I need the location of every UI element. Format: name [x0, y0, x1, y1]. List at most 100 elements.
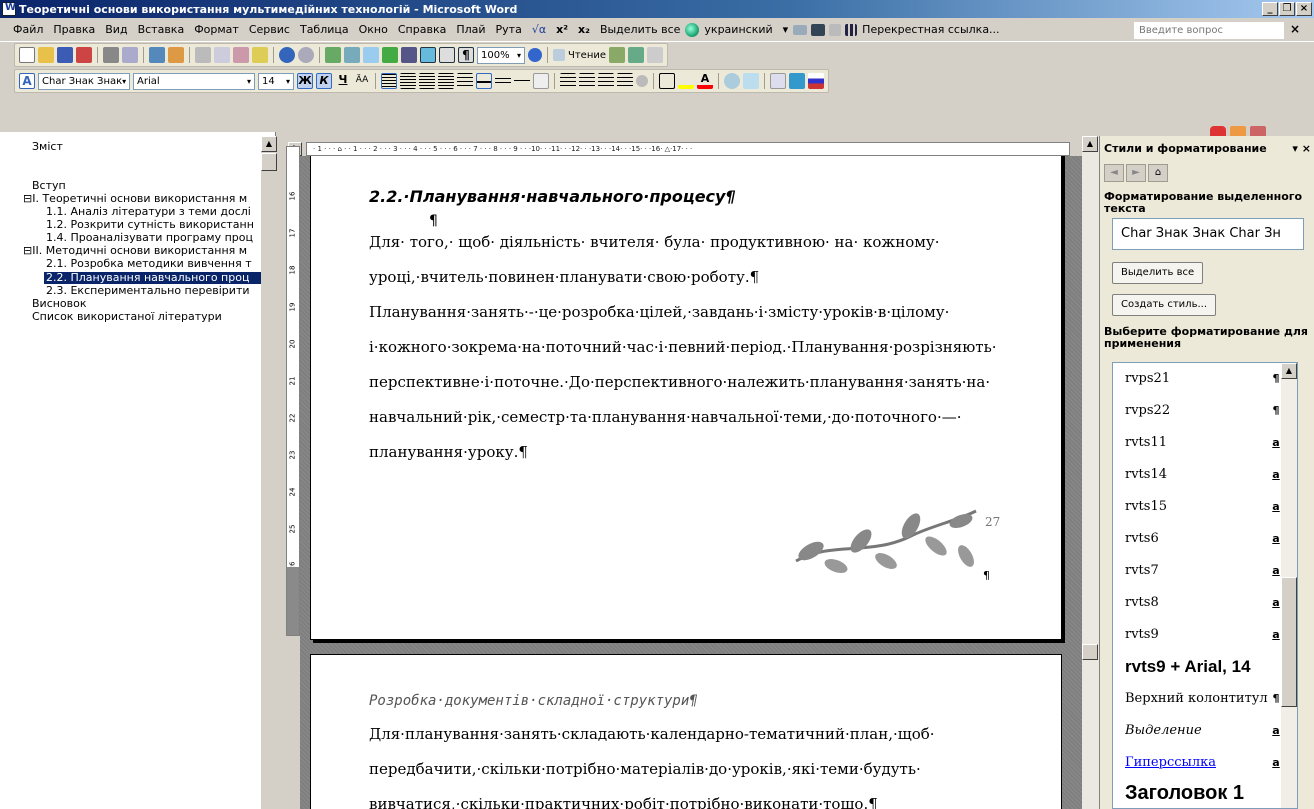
binoculars-icon[interactable]: [811, 23, 826, 36]
bullets-icon[interactable]: [579, 73, 595, 89]
text-direction-icon[interactable]: [533, 73, 549, 89]
word-app-icon[interactable]: [2, 2, 16, 16]
docmap-item[interactable]: 2.3. Експериментально перевірити: [46, 285, 261, 297]
vertical-ruler[interactable]: 16 17 18 19 20 21 22 23 24 25 26 27: [286, 146, 300, 636]
equation-button[interactable]: √α: [527, 23, 551, 36]
subscript-button[interactable]: x₂: [573, 23, 595, 36]
forward-icon[interactable]: ►: [1126, 164, 1146, 182]
docmap-item[interactable]: ⊟II. Методичні основи використання м: [23, 245, 261, 257]
docmap-scrollbar[interactable]: ▲: [261, 136, 278, 809]
docmap-item[interactable]: Висновок: [32, 298, 87, 310]
new-doc-icon[interactable]: [19, 47, 35, 63]
columns-icon[interactable]: [401, 47, 417, 63]
document-scrollbar[interactable]: ▲: [1082, 136, 1099, 809]
size-combo[interactable]: 14 ▾: [258, 72, 294, 90]
docmap-item[interactable]: 2.1. Розробка методики вивчення т: [46, 258, 261, 270]
menu-file[interactable]: Файл: [8, 23, 48, 36]
scroll-thumb[interactable]: [1281, 577, 1297, 707]
style-item[interactable]: Верхний колонтитул: [1125, 683, 1275, 715]
style-item[interactable]: rvts9 + Arial, 14: [1125, 651, 1285, 683]
copy-icon[interactable]: [214, 47, 230, 63]
style-item[interactable]: rvps22: [1125, 395, 1285, 427]
open-folder-icon[interactable]: [38, 47, 54, 63]
research-icon[interactable]: [168, 47, 184, 63]
sort-asc-icon[interactable]: [609, 47, 626, 63]
print-preview-icon[interactable]: [122, 47, 138, 63]
document-page[interactable]: 2.2.·Планування·навчального·процесу¶ ¶ Д…: [310, 156, 1062, 640]
style-combo[interactable]: Char Знак Знак ▾: [38, 72, 130, 90]
docmap-item[interactable]: 1.4. Проаналізувати програму проц: [46, 232, 261, 244]
docmap-item[interactable]: 1.1. Аналіз літератури з теми дослі: [46, 206, 261, 218]
superscript-button[interactable]: x²: [551, 23, 573, 36]
cut-icon[interactable]: [195, 47, 211, 63]
undo-icon[interactable]: [279, 47, 295, 63]
borders-icon[interactable]: [659, 73, 675, 89]
zoom-icon[interactable]: [724, 73, 740, 89]
hyperlink-icon[interactable]: [325, 47, 341, 63]
menu-edit[interactable]: Правка: [48, 23, 100, 36]
bold-icon[interactable]: Ж: [297, 73, 313, 89]
highlight-icon[interactable]: [678, 73, 694, 89]
font-color-icon[interactable]: A: [697, 73, 713, 89]
style-item[interactable]: Гиперссылка: [1125, 747, 1285, 779]
columns-icon[interactable]: [845, 23, 858, 36]
menu-tools[interactable]: Сервис: [244, 23, 295, 36]
create-style-button[interactable]: Создать стиль...: [1112, 294, 1217, 316]
window-icon[interactable]: [789, 73, 805, 89]
style-item[interactable]: rvps21: [1125, 363, 1285, 395]
styles-pane-icon[interactable]: A: [19, 73, 35, 89]
paste-icon[interactable]: [233, 47, 249, 63]
style-item[interactable]: Заголовок 1: [1125, 777, 1285, 808]
insert-excel-icon[interactable]: [382, 47, 398, 63]
menu-window[interactable]: Окно: [354, 23, 393, 36]
document-map-icon[interactable]: [439, 47, 455, 63]
select-all-button[interactable]: Выделить все: [1112, 262, 1204, 284]
doc-close-icon[interactable]: ×: [1290, 22, 1300, 36]
align-justify-icon[interactable]: [381, 73, 397, 89]
style-item[interactable]: rvts6: [1125, 523, 1285, 555]
sort-desc-icon[interactable]: [628, 47, 645, 63]
menu-table[interactable]: Таблица: [295, 23, 354, 36]
read-mode-label[interactable]: Чтение: [568, 50, 606, 61]
docmap-item[interactable]: Вступ: [32, 180, 66, 192]
align-right-icon[interactable]: [419, 73, 435, 89]
scroll-up-icon[interactable]: ▲: [261, 136, 277, 152]
spelling-icon[interactable]: [149, 47, 165, 63]
picture-icon[interactable]: [743, 73, 759, 89]
style-item[interactable]: rvts11: [1125, 427, 1285, 459]
selected-format-box[interactable]: Char Знак Знак Char Зн: [1112, 218, 1304, 250]
show-formatting-icon[interactable]: ¶: [458, 47, 474, 63]
permission-icon[interactable]: [76, 47, 92, 63]
keyboard-icon[interactable]: [793, 24, 808, 35]
docmap-item-selected[interactable]: 2.2. Планування навчального проц: [44, 272, 262, 284]
tables-borders-icon[interactable]: [344, 47, 360, 63]
language-dropdown-icon[interactable]: ▾: [778, 23, 794, 36]
decrease-indent-icon[interactable]: [598, 73, 614, 89]
select-all-menu[interactable]: Выделить все: [595, 23, 685, 36]
increase-indent-icon[interactable]: [617, 73, 633, 89]
underline-icon[interactable]: Ч: [335, 73, 351, 89]
scroll-thumb[interactable]: [261, 153, 277, 171]
zoom-combo[interactable]: 100% ▾: [477, 46, 525, 64]
floral-ornament-image[interactable]: [791, 501, 981, 581]
font-combo[interactable]: Arial ▾: [133, 72, 255, 90]
document-page[interactable]: Розробка·документів·складної·структури¶ …: [310, 654, 1062, 809]
symbol-icon[interactable]: [636, 75, 648, 87]
envelope-icon[interactable]: [647, 47, 664, 63]
page-icon[interactable]: [829, 23, 842, 36]
style-item[interactable]: rvts7: [1125, 555, 1285, 587]
dash-line-icon[interactable]: [514, 73, 530, 89]
line-spacing-icon[interactable]: [457, 73, 473, 89]
align-center-icon[interactable]: [400, 73, 416, 89]
docmap-item[interactable]: ⊟I. Теоретичні основи використання м: [23, 193, 261, 205]
back-icon[interactable]: ◄: [1104, 164, 1124, 182]
minimize-button[interactable]: _: [1262, 2, 1278, 16]
cross-reference-menu[interactable]: Перекрестная ссылка...: [857, 23, 1004, 36]
style-item[interactable]: rvts8: [1125, 587, 1285, 619]
flag-icon[interactable]: [808, 73, 824, 89]
spellcheck-icon[interactable]: [770, 73, 786, 89]
menu-help[interactable]: Справка: [393, 23, 451, 36]
numbering-icon[interactable]: [560, 73, 576, 89]
docmap-item[interactable]: Список використаної літератури: [32, 311, 222, 323]
double-line-icon[interactable]: [495, 73, 511, 89]
